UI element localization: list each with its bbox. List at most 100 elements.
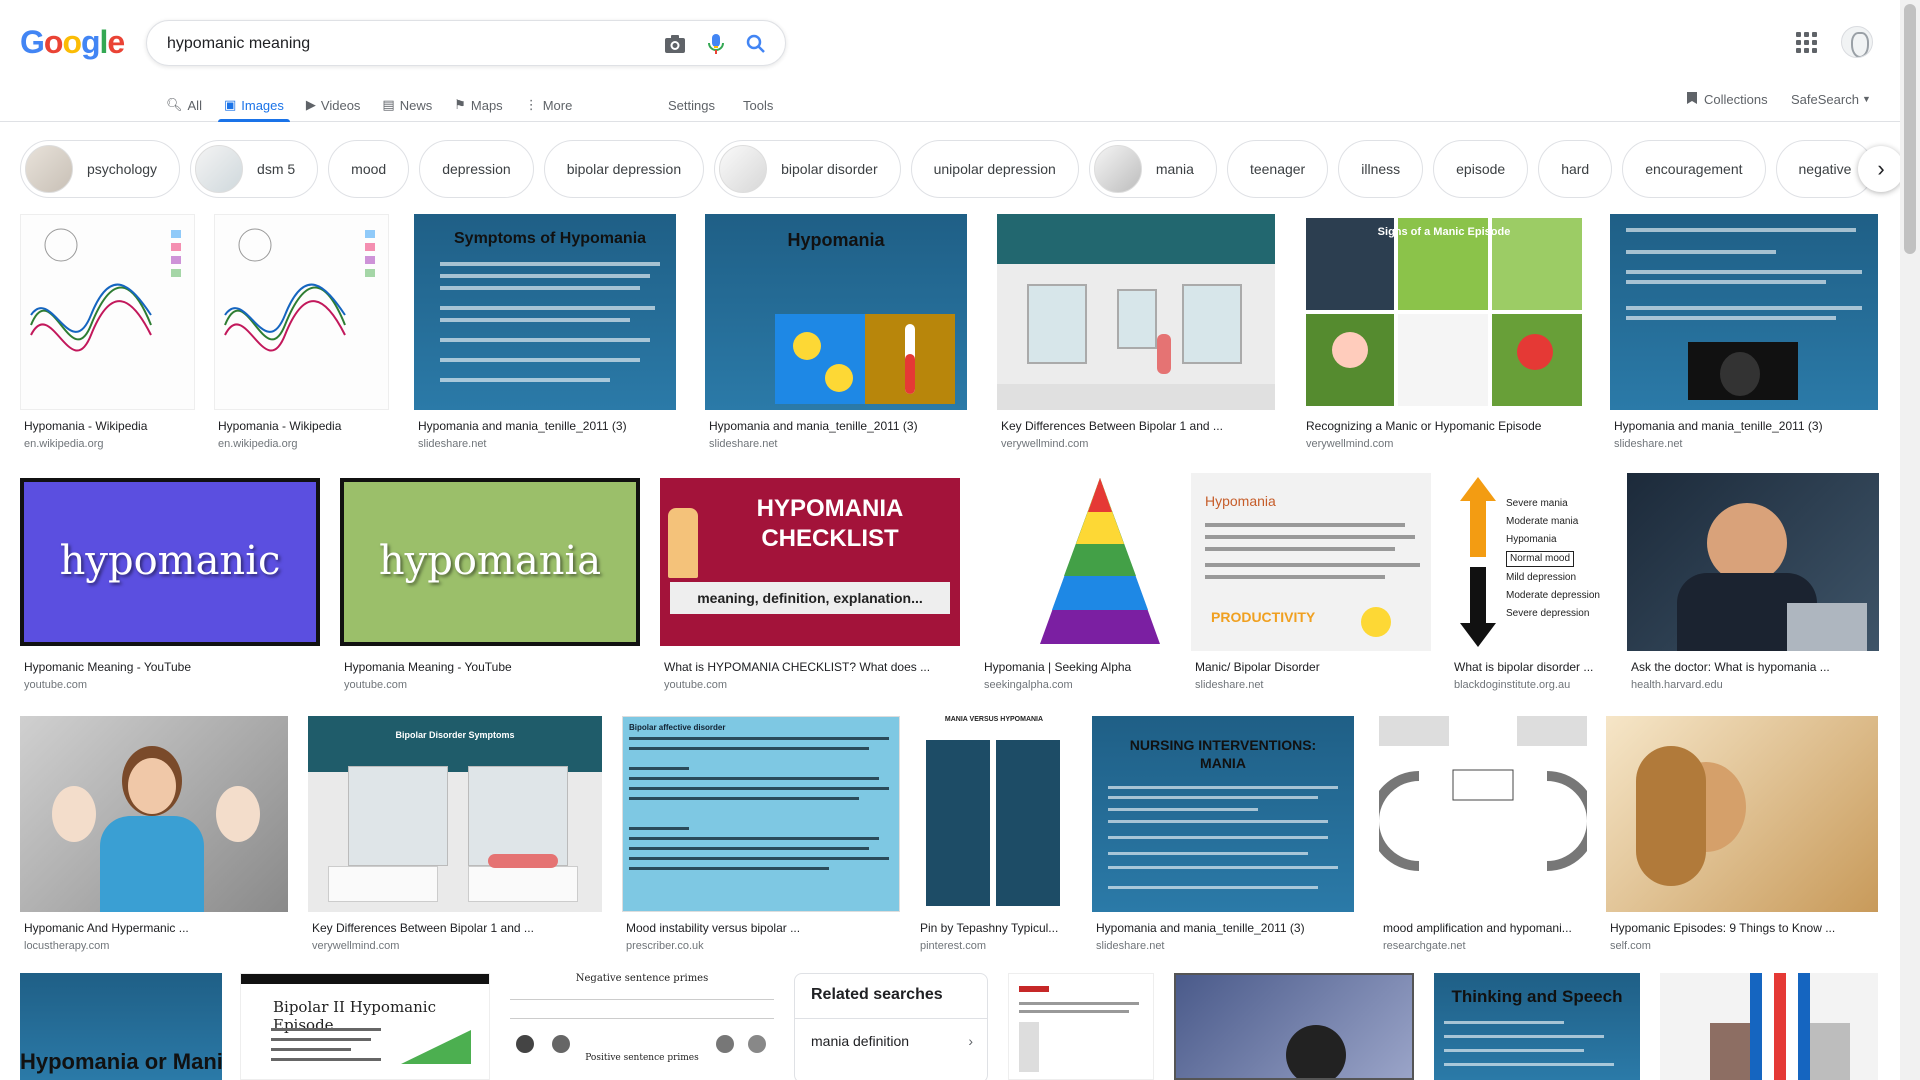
image-result[interactable]: Hypomania and mania_tenille_2011 (3) sli…	[1610, 214, 1878, 454]
image-result[interactable]: Hypomania PRODUCTIVITY Manic/ Bipolar Di…	[1191, 473, 1431, 694]
result-source[interactable]: slideshare.net	[418, 438, 487, 450]
result-thumbnail[interactable]: Hypomania or Mania	[20, 973, 222, 1080]
result-source[interactable]: researchgate.net	[1383, 940, 1466, 952]
chip[interactable]: mania	[1088, 140, 1217, 198]
image-result[interactable]: Thinking and Speech	[1434, 973, 1640, 1080]
result-thumbnail[interactable]: Symptoms of Hypomania	[414, 214, 676, 410]
result-thumbnail[interactable]: HYPOMANIA CHECKLIST meaning, definition,…	[660, 478, 960, 646]
image-result[interactable]: Ask the doctor: What is hypomania ... he…	[1627, 473, 1879, 694]
result-thumbnail[interactable]	[1610, 214, 1878, 410]
image-result[interactable]: NURSING INTERVENTIONS: MANIA Hypomania a…	[1092, 716, 1354, 956]
result-source[interactable]: seekingalpha.com	[984, 679, 1073, 691]
image-result[interactable]: Hypomania Hypomania and mania_tenille_20…	[705, 214, 967, 454]
result-source[interactable]: self.com	[1610, 940, 1651, 952]
apps-grid-icon[interactable]	[1794, 30, 1818, 54]
result-source[interactable]: verywellmind.com	[1306, 438, 1393, 450]
result-title[interactable]: What is HYPOMANIA CHECKLIST? What does .…	[664, 660, 960, 674]
tab-videos[interactable]: ▶ Videos	[306, 88, 361, 122]
image-result[interactable]	[1008, 973, 1154, 1080]
result-title[interactable]: Key Differences Between Bipolar 1 and ..…	[312, 921, 602, 935]
chip[interactable]: depression	[419, 140, 534, 198]
image-result[interactable]: hypomania Hypomania Meaning - YouTube yo…	[340, 478, 640, 694]
result-source[interactable]: verywellmind.com	[312, 940, 399, 952]
scrollbar-thumb[interactable]	[1904, 4, 1916, 254]
result-title[interactable]: Hypomania and mania_tenille_2011 (3)	[1096, 921, 1354, 935]
camera-icon[interactable]	[663, 32, 687, 56]
result-title[interactable]: Hypomania | Seeking Alpha	[984, 660, 1170, 674]
image-result[interactable]: Hypomanic Episodes: 9 Things to Know ...…	[1606, 716, 1878, 956]
result-thumbnail[interactable]	[1606, 716, 1878, 912]
result-title[interactable]: Hypomanic Meaning - YouTube	[24, 660, 320, 674]
settings-link[interactable]: Settings	[668, 98, 715, 113]
result-thumbnail[interactable]	[20, 716, 288, 912]
chip[interactable]: illness	[1338, 140, 1424, 198]
result-title[interactable]: What is bipolar disorder ...	[1454, 660, 1608, 674]
search-input[interactable]	[167, 32, 637, 56]
microphone-icon[interactable]	[704, 32, 728, 56]
chip[interactable]: hard	[1538, 140, 1613, 198]
result-title[interactable]: Mood instability versus bipolar ...	[626, 921, 900, 935]
result-title[interactable]: Pin by Tepashny Typicul...	[920, 921, 1072, 935]
image-result[interactable]: Hypomania - Wikipedia en.wikipedia.org	[20, 214, 195, 454]
result-thumbnail[interactable]	[1379, 716, 1587, 912]
tab-maps[interactable]: ⚑ Maps	[454, 88, 502, 122]
related-search-item[interactable]: mania definition ›	[795, 1018, 987, 1062]
result-thumbnail[interactable]	[997, 214, 1275, 410]
result-title[interactable]: Hypomania and mania_tenille_2011 (3)	[1614, 419, 1878, 433]
chip[interactable]: psychology	[20, 140, 181, 198]
result-thumbnail[interactable]: Bipolar Disorder Symptoms	[308, 716, 602, 912]
result-thumbnail[interactable]: Hypomania PRODUCTIVITY	[1191, 473, 1431, 651]
chip[interactable]: teenager	[1226, 140, 1329, 198]
image-result[interactable]: Bipolar Disorder Symptoms Key Difference…	[308, 716, 602, 956]
image-result[interactable]: MANIA VERSUS HYPOMANIA Pin by Tepashny T…	[916, 716, 1072, 956]
result-source[interactable]: en.wikipedia.org	[24, 438, 104, 450]
result-title[interactable]: mood amplification and hypomani...	[1383, 921, 1587, 935]
result-source[interactable]: slideshare.net	[1614, 438, 1683, 450]
result-title[interactable]: Ask the doctor: What is hypomania ...	[1631, 660, 1879, 674]
result-thumbnail[interactable]: hypomanic	[20, 478, 320, 646]
result-title[interactable]: Hypomanic And Hypermanic ...	[24, 921, 288, 935]
image-result[interactable]: Symptoms of Hypomania Hypomania and mani…	[414, 214, 676, 454]
result-thumbnail[interactable]: hypomania	[340, 478, 640, 646]
tab-images[interactable]: ▣ Images	[217, 88, 290, 122]
tools-link[interactable]: Tools	[743, 98, 773, 113]
result-source[interactable]: slideshare.net	[1096, 940, 1165, 952]
result-thumbnail[interactable]	[1660, 973, 1878, 1080]
result-title[interactable]: Hypomania - Wikipedia	[218, 419, 388, 433]
image-result[interactable]: Hypomania or Mania	[20, 973, 222, 1080]
result-source[interactable]: youtube.com	[24, 679, 87, 691]
image-result[interactable]: hypomanic Hypomanic Meaning - YouTube yo…	[20, 478, 320, 694]
result-thumbnail[interactable]: Bipolar II Hypomanic Episode	[240, 973, 490, 1080]
result-thumbnail[interactable]	[1627, 473, 1879, 651]
image-result[interactable]: Severe mania Moderate mania Hypomania No…	[1450, 473, 1608, 694]
search-box[interactable]	[146, 20, 786, 66]
result-thumbnail[interactable]: Negative sentence primes Positive senten…	[510, 973, 774, 1080]
chip[interactable]: encouragement	[1622, 140, 1766, 198]
chip[interactable]: unipolar depression	[910, 140, 1079, 198]
result-title[interactable]: Hypomania and mania_tenille_2011 (3)	[709, 419, 967, 433]
tab-news[interactable]: ▤ News	[382, 88, 432, 122]
result-title[interactable]: Manic/ Bipolar Disorder	[1195, 660, 1431, 674]
image-result[interactable]: Hypomania | Seeking Alpha seekingalpha.c…	[980, 474, 1170, 694]
result-title[interactable]: Key Differences Between Bipolar 1 and ..…	[1001, 419, 1275, 433]
result-source[interactable]: youtube.com	[344, 679, 407, 691]
safesearch-dropdown[interactable]: SafeSearch ▼	[1791, 88, 1871, 110]
search-icon[interactable]	[744, 32, 768, 56]
image-result[interactable]	[1660, 973, 1878, 1080]
image-result[interactable]: mood amplification and hypomani... resea…	[1379, 716, 1587, 956]
result-thumbnail[interactable]	[20, 214, 195, 410]
tab-all[interactable]: 🔍︎ All	[166, 88, 202, 122]
result-title[interactable]: Hypomania and mania_tenille_2011 (3)	[418, 419, 676, 433]
result-thumbnail[interactable]: MANIA VERSUS HYPOMANIA	[916, 716, 1072, 912]
result-source[interactable]: en.wikipedia.org	[218, 438, 298, 450]
result-thumbnail[interactable]: NURSING INTERVENTIONS: MANIA	[1092, 716, 1354, 912]
chip[interactable]: mood	[328, 140, 410, 198]
result-thumbnail[interactable]	[1008, 973, 1154, 1080]
image-result[interactable]: Bipolar II Hypomanic Episode	[240, 973, 490, 1080]
chevron-right-icon[interactable]: ›	[1858, 146, 1904, 192]
image-result[interactable]: Key Differences Between Bipolar 1 and ..…	[997, 214, 1275, 454]
result-source[interactable]: health.harvard.edu	[1631, 679, 1723, 691]
chip[interactable]: bipolar disorder	[714, 140, 901, 198]
collections-link[interactable]: Collections	[1686, 88, 1768, 110]
result-thumbnail[interactable]: Thinking and Speech	[1434, 973, 1640, 1080]
